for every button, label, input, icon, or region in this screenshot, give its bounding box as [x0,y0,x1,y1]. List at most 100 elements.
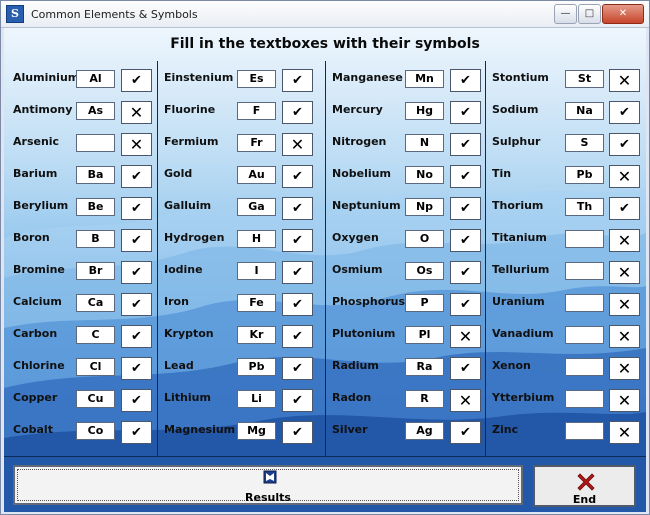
symbol-textbox[interactable]: Fr [237,134,276,152]
correct-mark-box: ✔ [282,421,313,444]
element-name-label: Chlorine [13,359,65,372]
correct-mark-box: ✔ [450,293,481,316]
symbol-textbox[interactable] [565,294,604,312]
symbol-textbox[interactable]: Kr [237,326,276,344]
symbol-textbox[interactable]: Mg [237,422,276,440]
correct-mark-box: ✔ [121,389,152,412]
symbol-textbox[interactable]: Th [565,198,604,216]
symbol-textbox[interactable]: N [405,134,444,152]
wrong-mark-box: ✕ [121,101,152,124]
symbol-textbox[interactable]: Mn [405,70,444,88]
quiz-panel: Fill in the textboxes with their symbols… [4,28,646,512]
instructions-heading: Fill in the textboxes with their symbols [170,36,480,52]
wrong-mark-box: ✕ [282,133,313,156]
correct-mark-box: ✔ [450,357,481,380]
symbol-textbox[interactable] [76,134,115,152]
correct-mark-box: ✔ [121,69,152,92]
element-name-label: Mercury [332,103,383,116]
symbol-textbox[interactable]: R [405,390,444,408]
symbol-textbox[interactable]: O [405,230,444,248]
symbol-textbox[interactable] [565,358,604,376]
symbol-textbox[interactable]: Os [405,262,444,280]
element-name-label: Nobelium [332,167,391,180]
symbol-textbox[interactable]: S [565,134,604,152]
symbol-textbox[interactable]: Na [565,102,604,120]
symbol-textbox[interactable]: Es [237,70,276,88]
symbol-textbox[interactable]: Ag [405,422,444,440]
symbol-textbox[interactable] [565,262,604,280]
element-name-label: Antimony [13,103,73,116]
symbol-textbox[interactable] [565,422,604,440]
correct-mark-box: ✔ [282,357,313,380]
footer-divider [4,456,646,457]
element-name-label: Copper [13,391,58,404]
correct-mark-box: ✔ [609,133,640,156]
symbol-textbox[interactable]: St [565,70,604,88]
close-button[interactable]: ✕ [602,4,644,24]
end-button[interactable]: End [533,465,636,507]
element-name-label: Sulphur [492,135,541,148]
symbol-textbox[interactable]: Pb [565,166,604,184]
symbol-textbox[interactable]: C [76,326,115,344]
symbol-textbox[interactable]: Be [76,198,115,216]
element-name-label: Fermium [164,135,219,148]
minimize-button[interactable]: — [554,4,577,24]
element-name-label: Iron [164,295,189,308]
symbol-textbox[interactable]: Np [405,198,444,216]
symbol-textbox[interactable] [565,390,604,408]
symbol-textbox[interactable]: B [76,230,115,248]
symbol-textbox[interactable] [565,230,604,248]
symbol-textbox[interactable]: Ra [405,358,444,376]
element-name-label: Nitrogen [332,135,387,148]
symbol-textbox[interactable]: Pb [237,358,276,376]
wrong-mark-box: ✕ [609,389,640,412]
symbol-textbox[interactable]: Pl [405,326,444,344]
results-button[interactable]: Results [13,465,523,505]
correct-mark-box: ✔ [450,165,481,188]
wrong-mark-box: ✕ [450,389,481,412]
element-name-label: Boron [13,231,50,244]
symbol-textbox[interactable]: Ga [237,198,276,216]
correct-mark-box: ✔ [282,101,313,124]
wrong-mark-box: ✕ [609,165,640,188]
element-name-label: Radium [332,359,379,372]
symbol-textbox[interactable]: F [237,102,276,120]
element-name-label: Magnesium [164,423,236,436]
element-name-label: Krypton [164,327,214,340]
symbol-textbox[interactable]: Br [76,262,115,280]
symbol-textbox[interactable]: Fe [237,294,276,312]
symbol-textbox[interactable]: Ca [76,294,115,312]
symbol-textbox[interactable]: Ba [76,166,115,184]
element-name-label: Tin [492,167,512,180]
correct-mark-box: ✔ [121,229,152,252]
symbol-textbox[interactable]: Au [237,166,276,184]
element-name-label: Lead [164,359,194,372]
element-name-label: Cobalt [13,423,53,436]
symbol-textbox[interactable]: Cl [76,358,115,376]
symbol-textbox[interactable]: Al [76,70,115,88]
element-name-label: Xenon [492,359,531,372]
symbol-textbox[interactable]: I [237,262,276,280]
symbol-textbox[interactable]: H [237,230,276,248]
maximize-button[interactable]: □ [578,4,601,24]
symbol-textbox[interactable]: Li [237,390,276,408]
correct-mark-box: ✔ [282,197,313,220]
element-name-label: Berylium [13,199,69,212]
title-bar[interactable]: S Common Elements & Symbols — □ ✕ [1,1,649,28]
symbol-textbox[interactable]: Hg [405,102,444,120]
symbol-textbox[interactable]: Cu [76,390,115,408]
correct-mark-box: ✔ [282,69,313,92]
symbol-textbox[interactable]: No [405,166,444,184]
symbol-textbox[interactable]: P [405,294,444,312]
correct-mark-box: ✔ [609,197,640,220]
symbol-textbox[interactable]: As [76,102,115,120]
correct-mark-box: ✔ [450,197,481,220]
symbol-textbox[interactable]: Co [76,422,115,440]
symbol-textbox[interactable] [565,326,604,344]
correct-mark-box: ✔ [121,325,152,348]
window-title: Common Elements & Symbols [31,8,198,21]
element-name-label: Plutonium [332,327,396,340]
element-name-label: Thorium [492,199,544,212]
correct-mark-box: ✔ [450,69,481,92]
element-name-label: Stontium [492,71,549,84]
